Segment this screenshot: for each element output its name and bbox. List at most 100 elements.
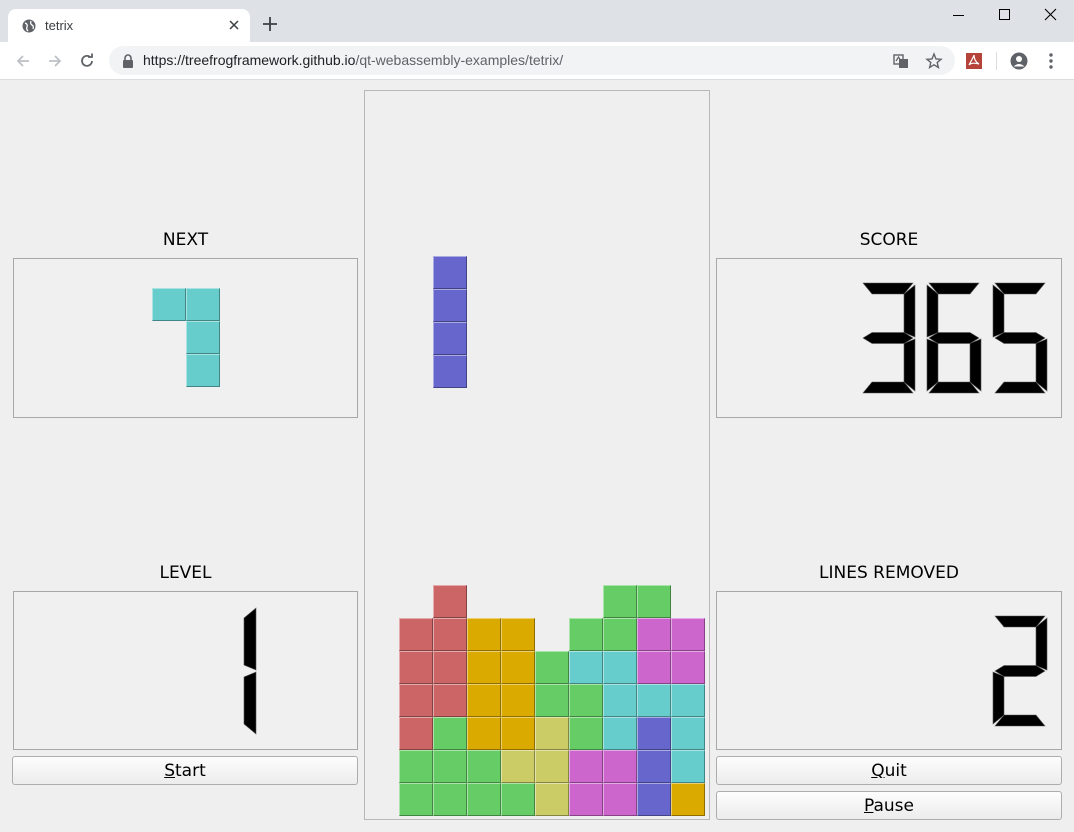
board-block [399,651,433,684]
menu-dots-icon[interactable] [1041,52,1061,70]
board-block [433,651,467,684]
address-bar[interactable]: https://treefrogframework.github.io/qt-w… [109,46,955,75]
board-block [603,783,637,816]
level-label: LEVEL [159,563,212,583]
lock-icon[interactable] [122,54,134,68]
pause-label: ause [873,795,914,816]
bookmark-star-icon[interactable] [925,52,943,70]
board-block [535,717,569,750]
new-tab-icon[interactable] [261,15,279,33]
globe-icon [22,19,36,33]
board-block [467,651,501,684]
board-block [501,750,535,783]
board-block [637,750,671,783]
start-label: tart [175,760,206,781]
score-digit-6-segment-f [926,284,939,338]
board-block [501,684,535,717]
pdf-extension-icon[interactable] [964,52,984,70]
board-block [467,618,501,651]
lines-lcd-display [992,615,1048,727]
tetrix-app: NEXT SCORE 365 LEVEL 1 LINES REMOVED 2 S… [0,80,1074,832]
reload-icon[interactable] [78,52,96,70]
maximize-icon[interactable] [981,6,1027,26]
game-board[interactable] [364,90,710,820]
lines-removed-panel: 2 [716,591,1062,750]
lines-digit-2-segment-b [1035,617,1048,671]
score-lcd-display [862,282,1048,394]
board-block [399,783,433,816]
pause-button[interactable]: Pause [716,791,1062,820]
board-block [467,717,501,750]
board-block [501,717,535,750]
next-piece-block [152,288,186,321]
lines-digit-2-segment-d [994,714,1046,727]
board-block [569,651,603,684]
falling-piece-block [433,355,467,388]
board-block [467,783,501,816]
score-digit-5-segment-f [992,284,1005,338]
lines-digit-2-segment-a [994,615,1046,628]
board-block [671,783,705,816]
tab-strip: tetrix [0,0,1074,42]
board-block [535,750,569,783]
level-panel: 1 [13,591,358,750]
account-icon[interactable] [1009,52,1029,70]
quit-button[interactable]: Quit [716,756,1062,785]
level-lcd-display [243,607,257,735]
score-digit-5-segment-a [994,282,1046,295]
browser-tab[interactable]: tetrix [8,9,250,42]
board-block [569,783,603,816]
next-piece-block [186,354,220,387]
close-tab-icon[interactable] [226,17,242,33]
score-digit-5-segment-d [994,381,1046,394]
lines-removed-label: LINES REMOVED [819,563,959,583]
translate-icon[interactable] [892,52,910,70]
level-digit-1-segment-c [243,671,257,735]
board-block [671,618,705,651]
score-label: SCORE [859,230,919,250]
board-block [433,717,467,750]
score-digit-6-segment-a [928,282,980,295]
board-block [603,618,637,651]
board-block [637,717,671,750]
score-digit-5-segment-c [1035,338,1048,392]
board-block [671,717,705,750]
url-path: /qt-webassembly-examples/tetrix/ [355,52,564,68]
back-icon[interactable] [14,52,32,70]
next-label: NEXT [162,230,209,250]
board-block [467,684,501,717]
board-block [433,783,467,816]
board-block [637,651,671,684]
score-digit-3-segment-c [903,338,916,392]
window-close-icon[interactable] [1027,6,1073,26]
board-block [603,684,637,717]
falling-piece-block [433,256,467,289]
start-button[interactable]: Start [12,756,358,785]
board-block [603,585,637,618]
quit-label: uit [884,760,907,781]
score-digit-3-segment-b [903,284,916,338]
next-piece-block [186,321,220,354]
browser-toolbar: https://treefrogframework.github.io/qt-w… [0,42,1074,80]
score-digit-6-segment-d [928,381,980,394]
board-block [467,750,501,783]
score-panel: 365 [716,258,1062,418]
url-text[interactable]: https://treefrogframework.github.io/qt-w… [143,52,563,68]
score-digit-6-segment-e [926,338,939,392]
lines-digit-2-segment-g [994,665,1046,677]
board-block [603,750,637,783]
board-block [433,684,467,717]
forward-icon[interactable] [46,52,64,70]
board-block [569,684,603,717]
board-block [603,651,637,684]
tab-title: tetrix [45,18,74,33]
falling-piece-block [433,289,467,322]
board-block [671,684,705,717]
score-digit-3-segment-a [862,282,914,295]
board-block [637,585,671,618]
board-block [569,750,603,783]
next-piece-block [186,288,220,321]
board-block [535,651,569,684]
minimize-icon[interactable] [935,6,981,26]
board-block [399,750,433,783]
